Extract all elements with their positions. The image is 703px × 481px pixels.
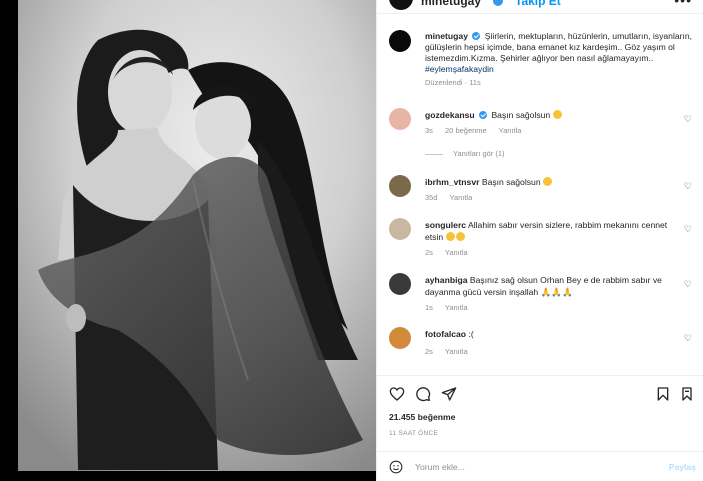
commenter-avatar[interactable]	[389, 108, 411, 130]
photo-illustration	[18, 0, 376, 471]
more-icon[interactable]: •••	[674, 0, 692, 8]
caption-username[interactable]: minetugay	[425, 31, 468, 41]
commenter-avatar[interactable]	[389, 175, 411, 197]
heart-icon[interactable]: ♡	[684, 114, 692, 125]
comment-time: 35d	[425, 193, 438, 202]
post-header: minetugay Takip Et •••	[377, 0, 703, 14]
comment-input[interactable]: Yorum ekle...	[415, 462, 465, 472]
comment-time: 2s	[425, 347, 433, 356]
comment-username[interactable]: gozdekansu	[425, 110, 475, 120]
post-side-panel: minetugay Takip Et ••• minetugay Şiirler…	[376, 0, 703, 481]
comment-text: ibrhm_vtnsvr Başın sağolsun	[425, 176, 675, 188]
crying-face-emoji	[455, 232, 465, 241]
comment-time: 1s	[425, 303, 433, 312]
heart-icon[interactable]: ♡	[684, 279, 692, 290]
post-timestamp[interactable]: 11 SAAT ÖNCE	[389, 430, 438, 437]
comment-username[interactable]: songulerc	[425, 220, 466, 230]
verified-icon	[472, 32, 481, 40]
reply-button[interactable]: Yanıtla	[449, 193, 472, 202]
praying-hands-emoji: 🙏🙏🙏	[540, 287, 573, 297]
follow-button[interactable]: Takip Et	[515, 0, 561, 8]
reply-button[interactable]: Yanıtla	[445, 303, 468, 312]
actions-divider	[377, 375, 703, 376]
comment-text: ayhanbiga Başınız sağ olsun Orhan Bey e …	[425, 274, 675, 298]
save-to-collection-icon[interactable]	[679, 386, 695, 402]
comment-username[interactable]: ayhanbiga	[425, 275, 468, 285]
instagram-post-modal: minetugay Takip Et ••• minetugay Şiirler…	[0, 0, 703, 481]
comment-meta: 1s Yanıtla	[425, 303, 478, 312]
caption-avatar[interactable]	[389, 30, 411, 52]
comment-body: Başın sağolsun	[491, 110, 551, 120]
likes-count[interactable]: 21.455 beğenme	[389, 412, 455, 422]
post-photo[interactable]	[18, 0, 376, 471]
comment-meta: 35d Yanıtla	[425, 193, 482, 202]
reply-button[interactable]: Yanıtla	[445, 248, 468, 257]
author-username[interactable]: minetugay	[421, 0, 481, 8]
caption-meta: Düzenlendi · 11s	[425, 78, 481, 87]
replies-divider	[425, 153, 443, 155]
comment-text: songulerc Allahim sabır versin sizlere, …	[425, 219, 675, 243]
comment-meta: 3s 20 beğenme Yanıtla	[425, 126, 531, 135]
comment-username[interactable]: fotofalcao	[425, 329, 466, 339]
verified-icon	[493, 0, 503, 6]
heart-icon[interactable]: ♡	[684, 224, 692, 235]
sad-face-emoji	[552, 110, 562, 119]
reply-button[interactable]: Yanıtla	[499, 126, 522, 135]
verified-icon	[479, 111, 488, 119]
comment-meta: 2s Yanıtla	[425, 248, 478, 257]
heart-icon[interactable]: ♡	[684, 333, 692, 344]
commenter-avatar[interactable]	[389, 218, 411, 240]
commenter-avatar[interactable]	[389, 273, 411, 295]
reply-button[interactable]: Yanıtla	[445, 347, 468, 356]
post-actions	[389, 386, 694, 404]
author-avatar[interactable]	[389, 0, 413, 10]
sad-face-emoji	[543, 177, 552, 186]
like-heart-icon[interactable]	[389, 386, 405, 402]
caption-text: minetugay Şiirlerin, mektupların, hüzünl…	[425, 31, 695, 88]
commenter-avatar[interactable]	[389, 327, 411, 349]
comment-time: 3s	[425, 126, 433, 135]
emoji-picker-icon[interactable]	[389, 460, 403, 474]
bookmark-icon[interactable]	[655, 386, 671, 402]
post-comment-button[interactable]: Paylaş	[669, 462, 696, 472]
comment-text: fotofalcao :(	[425, 328, 675, 340]
comment-icon[interactable]	[415, 386, 431, 402]
comment-time: 2s	[425, 248, 433, 257]
heart-icon[interactable]: ♡	[684, 181, 692, 192]
comment-username[interactable]: ibrhm_vtnsvr	[425, 177, 479, 187]
caption-hashtag[interactable]: #eylemşafakaydin	[425, 64, 494, 74]
crying-face-emoji	[445, 232, 455, 241]
comment-body: Başın sağolsun	[481, 177, 541, 187]
comment-likes[interactable]: 20 beğenme	[445, 126, 487, 135]
share-icon[interactable]	[441, 386, 457, 402]
comment-text: gozdekansu Başın sağolsun	[425, 109, 675, 121]
view-replies-label[interactable]: Yanıtları gör (1)	[453, 149, 505, 158]
comment-body: :(	[468, 329, 474, 339]
comment-meta: 2s Yanıtla	[425, 347, 478, 356]
add-comment-bar: Yorum ekle... Paylaş	[377, 451, 703, 481]
view-replies[interactable]: Yanıtları gör (1)	[425, 149, 505, 158]
